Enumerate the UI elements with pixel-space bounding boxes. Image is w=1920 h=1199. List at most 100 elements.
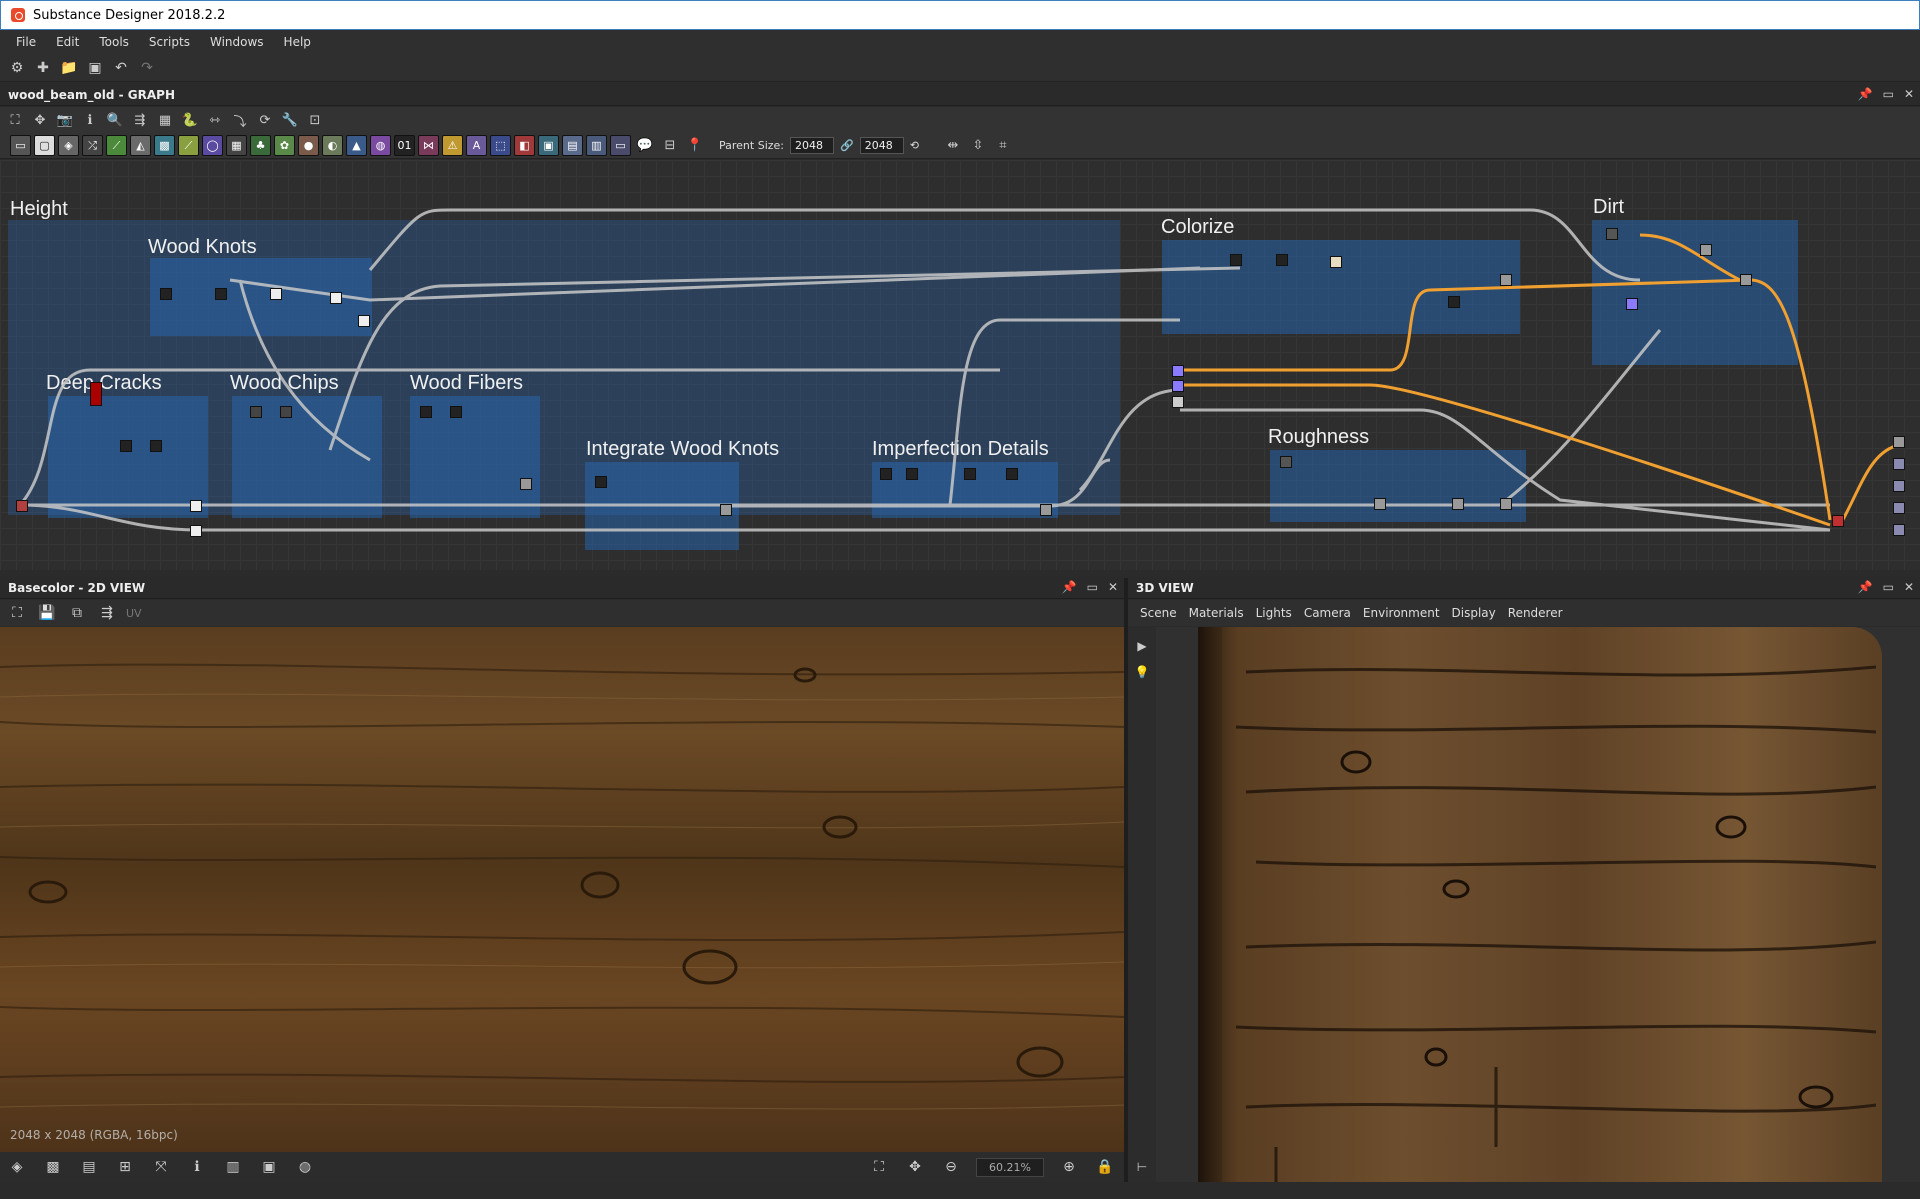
graph-node[interactable]	[1374, 498, 1386, 510]
menu-help[interactable]: Help	[274, 35, 321, 49]
color-picker-icon[interactable]: ▣	[258, 1156, 280, 1178]
share-icon[interactable]: ⇶	[96, 602, 118, 624]
graph-node[interactable]	[1626, 298, 1638, 310]
comment-icon[interactable]: 💬	[634, 135, 656, 157]
tab-lights[interactable]: Lights	[1250, 606, 1298, 620]
menu-file[interactable]: File	[6, 35, 46, 49]
window-node-icon[interactable]: ▭	[610, 135, 631, 156]
zoom-level[interactable]: 60.21%	[976, 1157, 1044, 1177]
zoom-out-icon[interactable]: ⊖	[940, 1156, 962, 1178]
pan-icon[interactable]: ✥	[904, 1156, 926, 1178]
graph-node[interactable]	[720, 504, 732, 516]
graph-node[interactable]	[1172, 396, 1184, 408]
graph-node[interactable]	[964, 468, 976, 480]
menu-tools[interactable]: Tools	[89, 35, 139, 49]
graph-node[interactable]	[1700, 244, 1712, 256]
close-icon[interactable]: ✕	[1904, 580, 1914, 594]
pattern-node-icon[interactable]: ▣	[538, 135, 559, 156]
link-icon[interactable]: ⇿	[204, 109, 226, 131]
sphere-node-icon[interactable]: ◐	[322, 135, 343, 156]
graph-node[interactable]	[358, 315, 370, 327]
info-icon[interactable]: ℹ	[79, 109, 101, 131]
foliage-node-icon[interactable]: ✿	[274, 135, 295, 156]
redo-icon[interactable]: ↷	[136, 57, 158, 79]
snap-icon[interactable]: ⌗	[992, 135, 1014, 157]
tab-materials[interactable]: Materials	[1183, 606, 1250, 620]
graph-node[interactable]	[1448, 296, 1460, 308]
maximize-icon[interactable]: ▭	[1883, 87, 1894, 101]
transform-node-icon[interactable]: ⬚	[490, 135, 511, 156]
maximize-icon[interactable]: ▭	[1087, 580, 1098, 594]
python-icon[interactable]: 🐍	[179, 109, 201, 131]
graph-node[interactable]	[1500, 274, 1512, 286]
tile-node-icon[interactable]: ▦	[226, 135, 247, 156]
fit-icon[interactable]: ⛶	[868, 1156, 890, 1178]
color-wheel-node-icon[interactable]: ◍	[370, 135, 391, 156]
frame-icon[interactable]: ⊟	[659, 135, 681, 157]
video-camera-icon[interactable]: ▶	[1137, 639, 1146, 653]
tab-display[interactable]: Display	[1446, 606, 1502, 620]
tab-camera[interactable]: Camera	[1298, 606, 1357, 620]
refresh-icon[interactable]: ⟳	[254, 109, 276, 131]
copy-icon[interactable]: ⧉	[66, 602, 88, 624]
output-node[interactable]	[1893, 436, 1905, 448]
graph-node[interactable]	[190, 525, 202, 537]
fx-map-node-icon[interactable]: ⋈	[418, 135, 439, 156]
pan-icon[interactable]: ✥	[29, 109, 51, 131]
close-icon[interactable]: ✕	[1108, 580, 1118, 594]
graph-canvas[interactable]: Height Wood Knots Deep Cracks Wood Chips…	[0, 160, 1920, 570]
pin-icon[interactable]: 📌	[1062, 580, 1077, 594]
plant-node-icon[interactable]: ♣	[250, 135, 271, 156]
layers-icon[interactable]: ◈	[6, 1156, 28, 1178]
graph-node[interactable]	[1230, 254, 1242, 266]
graph-node[interactable]	[595, 476, 607, 488]
tab-renderer[interactable]: Renderer	[1502, 606, 1569, 620]
histogram-icon[interactable]: ▥	[222, 1156, 244, 1178]
graph-node[interactable]	[1452, 498, 1464, 510]
parent-size-height-select[interactable]: 2048	[859, 137, 904, 154]
shape-node-icon[interactable]: ◯	[202, 135, 223, 156]
search-icon[interactable]: 🔍	[104, 109, 126, 131]
warning-node-icon[interactable]: ⚠	[442, 135, 463, 156]
panel-node-icon[interactable]: ▥	[586, 135, 607, 156]
3d-viewport[interactable]	[1156, 627, 1920, 1182]
graph-node[interactable]	[120, 440, 132, 452]
branch-icon[interactable]: ⤵	[229, 109, 251, 131]
frame-node-icon[interactable]: ▤	[562, 135, 583, 156]
save-image-icon[interactable]: 💾	[36, 602, 58, 624]
export-icon[interactable]: ⊡	[304, 109, 326, 131]
save-icon[interactable]: ▣	[84, 57, 106, 79]
channels-icon[interactable]: ▤	[78, 1156, 100, 1178]
color-wheel-icon[interactable]: ◍	[294, 1156, 316, 1178]
lock-icon[interactable]: 🔒	[1094, 1156, 1116, 1178]
mix-node-icon[interactable]: ●	[298, 135, 319, 156]
warp-node-icon[interactable]: ▩	[154, 135, 175, 156]
graph-node[interactable]	[1500, 498, 1512, 510]
graph-node[interactable]	[160, 288, 172, 300]
graph-node[interactable]	[1606, 228, 1618, 240]
histogram-node-icon[interactable]: ▲	[346, 135, 367, 156]
bitmap-node-icon[interactable]: ▭	[10, 135, 31, 156]
output-node[interactable]	[1893, 458, 1905, 470]
graph-node[interactable]	[906, 468, 918, 480]
graph-node[interactable]	[270, 288, 282, 300]
graph-node[interactable]	[520, 478, 532, 490]
graph-node[interactable]	[1832, 515, 1844, 527]
graph-node[interactable]	[90, 382, 102, 406]
graph-node[interactable]	[880, 468, 892, 480]
graph-node[interactable]	[215, 288, 227, 300]
measure-icon[interactable]: ⤧	[150, 1156, 172, 1178]
camera-icon[interactable]: 📷	[54, 109, 76, 131]
graph-node[interactable]	[1330, 256, 1342, 268]
graph-node[interactable]	[420, 406, 432, 418]
fill-node-icon[interactable]: ◧	[514, 135, 535, 156]
curve-node-icon[interactable]: ⟋	[106, 135, 127, 156]
levels-node-icon[interactable]: ◈	[58, 135, 79, 156]
uv-toggle[interactable]: UV	[126, 607, 142, 620]
undo-icon[interactable]: ↶	[110, 57, 132, 79]
menu-scripts[interactable]: Scripts	[139, 35, 200, 49]
parent-size-width-select[interactable]: 2048	[790, 137, 834, 154]
basecolor-texture-preview[interactable]	[0, 627, 1124, 1152]
graph-node[interactable]	[190, 500, 202, 512]
tab-environment[interactable]: Environment	[1357, 606, 1446, 620]
